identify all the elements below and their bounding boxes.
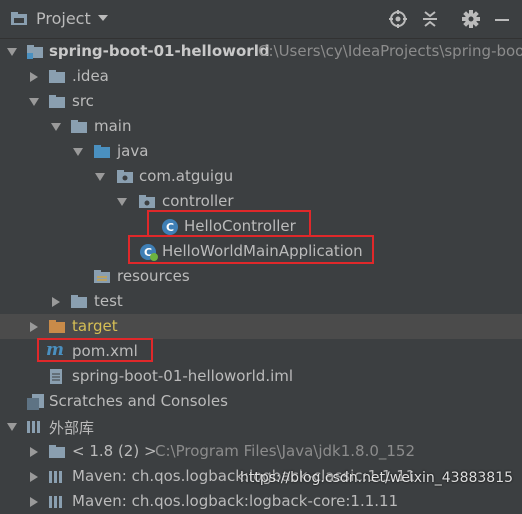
chevron-down-icon[interactable] — [50, 121, 62, 133]
chevron-down-icon[interactable] — [94, 171, 106, 183]
chevron-right-icon[interactable] — [28, 321, 40, 333]
project-folder-icon — [11, 12, 27, 25]
file-label: spring-boot-01-helloworld.iml — [72, 367, 294, 385]
chevron-right-icon[interactable] — [28, 471, 40, 483]
folder-label: .idea — [72, 67, 109, 85]
tree-row-main[interactable]: main — [0, 114, 522, 139]
folder-label: src — [72, 92, 94, 110]
tree-row-target[interactable]: target — [0, 314, 522, 339]
chevron-down-icon[interactable] — [28, 96, 40, 108]
tree-row-test[interactable]: test — [0, 289, 522, 314]
library-icon — [27, 421, 40, 433]
folder-label: java — [117, 142, 149, 160]
module-file-icon — [50, 369, 62, 384]
locate-icon[interactable] — [388, 9, 408, 29]
folder-label: test — [94, 292, 123, 310]
package-label: controller — [162, 192, 234, 210]
module-folder-icon — [27, 45, 43, 59]
tool-window-title[interactable]: Project — [36, 9, 91, 28]
watermark: https://blog.csdn.net/weixin_43883815 — [240, 470, 514, 486]
tree-row-scratches[interactable]: Scratches and Consoles — [0, 389, 522, 414]
chevron-right-icon[interactable] — [50, 296, 62, 308]
package-icon — [139, 195, 155, 208]
highlight-box — [147, 210, 311, 237]
chevron-down-icon[interactable] — [116, 196, 128, 208]
resources-folder-icon — [94, 270, 110, 283]
node-label: Scratches and Consoles — [49, 392, 228, 410]
folder-icon — [49, 70, 65, 83]
jdk-path: C:\Program Files\Java\jdk1.8.0_152 — [155, 442, 416, 460]
minimize-icon[interactable] — [492, 9, 512, 29]
chevron-right-icon[interactable] — [28, 71, 40, 83]
chevron-down-icon[interactable] — [97, 13, 109, 23]
folder-icon — [71, 295, 87, 308]
gear-icon[interactable] — [461, 9, 481, 29]
tree-row-iml[interactable]: spring-boot-01-helloworld.iml — [0, 364, 522, 389]
tree-row-project-root[interactable]: spring-boot-01-helloworld C:\Users\cy\Id… — [0, 39, 522, 64]
highlight-box — [128, 235, 374, 264]
collapse-all-icon[interactable] — [420, 9, 440, 29]
scratches-icon — [27, 394, 44, 410]
folder-label: resources — [117, 267, 190, 285]
folder-label: main — [94, 117, 132, 135]
tree-row-package[interactable]: com.atguigu — [0, 164, 522, 189]
library-icon — [49, 496, 62, 508]
project-name: spring-boot-01-helloworld — [49, 42, 270, 60]
chevron-down-icon[interactable] — [72, 146, 84, 158]
project-tool-window-header: Project — [0, 0, 522, 39]
tree-row-jdk[interactable]: < 1.8 (2) > C:\Program Files\Java\jdk1.8… — [0, 439, 522, 464]
folder-icon — [49, 95, 65, 108]
jdk-label: < 1.8 (2) > — [72, 442, 157, 460]
excluded-folder-icon — [49, 320, 65, 333]
jdk-icon — [49, 445, 65, 458]
chevron-right-icon[interactable] — [28, 446, 40, 458]
chevron-down-icon[interactable] — [6, 46, 18, 58]
folder-icon — [71, 120, 87, 133]
folder-label: target — [72, 317, 118, 335]
library-label: Maven: ch.qos.logback:logback-core:1.1.1… — [72, 492, 399, 510]
source-folder-icon — [94, 145, 110, 158]
highlight-box — [37, 338, 153, 362]
package-icon — [117, 170, 133, 183]
chevron-down-icon[interactable] — [6, 421, 18, 433]
tree-row-resources[interactable]: resources — [0, 264, 522, 289]
tree-row-java[interactable]: java — [0, 139, 522, 164]
chevron-right-icon[interactable] — [28, 496, 40, 508]
node-label: 外部库 — [49, 419, 95, 437]
library-icon — [49, 471, 62, 483]
tree-row-src[interactable]: src — [0, 89, 522, 114]
package-label: com.atguigu — [139, 167, 234, 185]
project-path: C:\Users\cy\IdeaProjects\spring-boo — [258, 42, 522, 60]
tree-row-idea[interactable]: .idea — [0, 64, 522, 89]
tree-row-external-libraries[interactable]: 外部库 — [0, 414, 522, 439]
